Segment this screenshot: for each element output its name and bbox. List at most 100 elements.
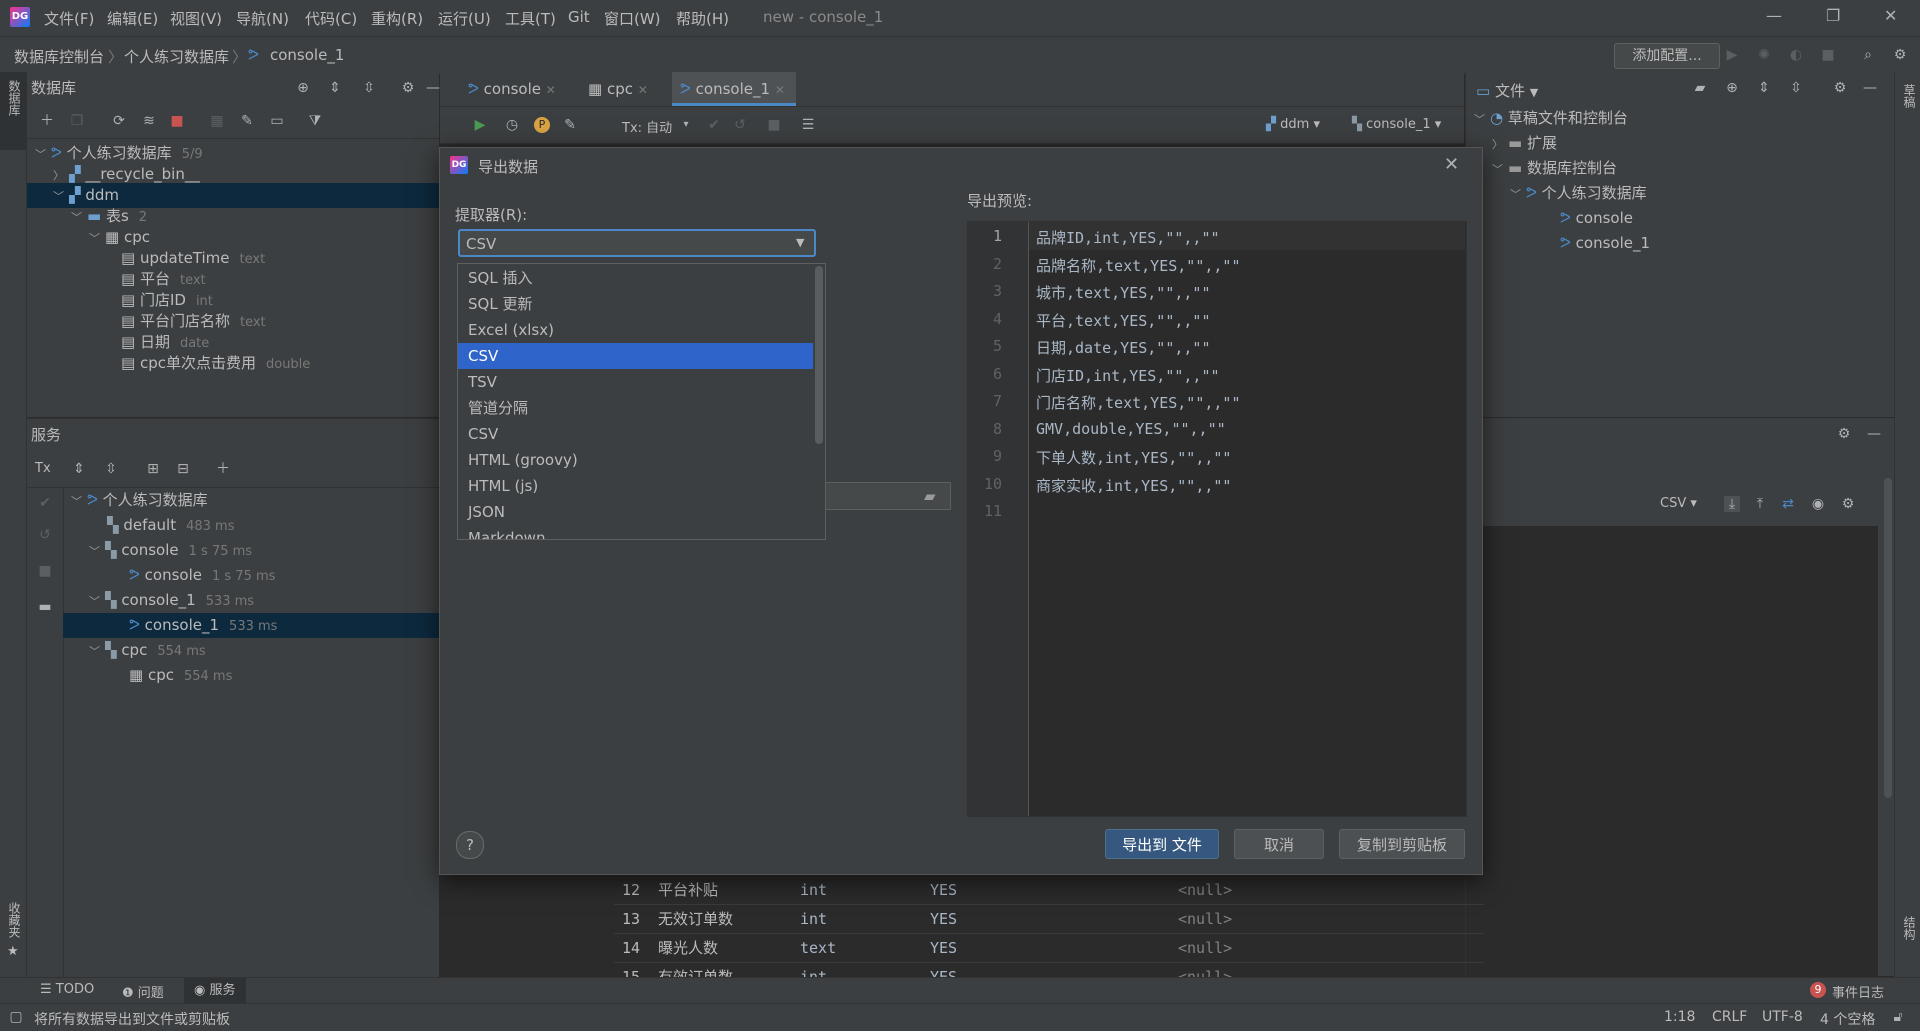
copy-icon[interactable]: ❐ — [69, 113, 85, 129]
line-separator[interactable]: CRLF — [1712, 1009, 1747, 1025]
menu-view[interactable]: 视图(V) — [170, 8, 222, 29]
menu-edit[interactable]: 编辑(E) — [107, 8, 158, 29]
tree-node[interactable]: ▚ default 483 ms — [63, 513, 483, 538]
extractor-option[interactable]: Excel (xlsx) — [458, 317, 813, 343]
execute-icon[interactable]: ▶ — [472, 117, 488, 133]
lock-icon[interactable]: 🔓︎ — [1890, 1009, 1906, 1025]
gear-icon[interactable]: ⚙ — [1840, 496, 1856, 512]
coverage-icon[interactable]: ◐ — [1788, 47, 1804, 63]
extractor-option[interactable]: SQL 插入 — [458, 265, 813, 291]
format-select[interactable]: CSV ▾ — [1660, 496, 1697, 511]
compare-icon[interactable]: ⇄ — [1780, 496, 1796, 512]
upload-icon[interactable]: ⤒ — [1752, 496, 1768, 512]
event-log-tab[interactable]: 事件日志 — [1832, 982, 1884, 1001]
tree-node[interactable]: ﹀ ᕗ 个人练习数据库 — [63, 488, 447, 513]
stop-icon[interactable]: ■ — [1820, 47, 1836, 63]
tree-node[interactable]: ﹀ ▚ console_1 533 ms — [63, 588, 465, 613]
settings-icon[interactable]: ⚙ — [1892, 47, 1908, 63]
gear-icon[interactable]: ⚙ — [1832, 80, 1848, 96]
table-row[interactable]: 12 平台补贴 int YES <null> — [614, 876, 1484, 905]
tab-cpc[interactable]: ▦ cpc ✕ — [588, 72, 664, 106]
structure-tab-label[interactable]: 结构 — [1901, 916, 1918, 940]
open-folder-icon[interactable]: ▰ — [1692, 80, 1708, 96]
extractor-option[interactable]: 管道分隔 — [458, 395, 813, 421]
tree-node[interactable]: ﹀ ᕗ 个人练习数据库 — [1510, 181, 1647, 206]
export-to-file-button[interactable]: 导出到 文件 — [1105, 829, 1219, 859]
stop-icon[interactable]: ■ — [37, 563, 53, 579]
tree-node[interactable]: ﹀ ◔ 草稿文件和控制台 — [1474, 106, 1628, 131]
database-tool-window-tab[interactable]: 数据库 — [0, 72, 26, 150]
extractor-option[interactable]: SQL 更新 — [458, 291, 813, 317]
copy-to-clipboard-button[interactable]: 复制到剪贴板 — [1339, 829, 1465, 859]
profile-icon[interactable]: P — [534, 117, 550, 133]
tab-problems[interactable]: ❶ 问题 — [122, 982, 164, 1001]
minimize-icon[interactable]: — — [1766, 6, 1782, 25]
menu-code[interactable]: 代码(C) — [305, 8, 357, 29]
hide-icon[interactable]: — — [425, 80, 441, 96]
stop-icon[interactable]: ■ — [169, 113, 185, 129]
hide-icon[interactable]: — — [1862, 80, 1878, 96]
close-tab-icon[interactable]: ✕ — [775, 83, 785, 97]
menu-window[interactable]: 窗口(W) — [604, 8, 661, 29]
extractor-option[interactable]: JSON — [458, 499, 813, 525]
menu-refactor[interactable]: 重构(R) — [371, 8, 423, 29]
commit-icon[interactable]: ✔ — [706, 117, 722, 133]
extractor-option[interactable]: TSV — [458, 369, 813, 395]
scratches-tab-label[interactable]: 草稿 — [1901, 84, 1918, 108]
session-select[interactable]: ▚ console_1 ▾ — [1352, 117, 1441, 132]
help-button[interactable]: ? — [456, 831, 484, 859]
collapse-all-icon[interactable]: ⇳ — [1788, 80, 1804, 96]
tree-node[interactable]: ᕗ console — [1560, 206, 1633, 231]
rollback-icon[interactable]: ↺ — [732, 117, 748, 133]
schema-select[interactable]: ▞ ddm ▾ — [1266, 117, 1320, 132]
commit-icon[interactable]: ✔ — [37, 495, 53, 511]
table-icon[interactable]: ▦ — [209, 113, 225, 129]
tree-node[interactable]: ᕗ console_1 — [1560, 231, 1650, 256]
console-icon[interactable]: ▭ — [269, 113, 285, 129]
locate-icon[interactable]: ⊕ — [1724, 80, 1740, 96]
breadcrumb-item[interactable]: 个人练习数据库 — [124, 46, 229, 67]
table-row[interactable]: 14 曝光人数 text YES <null> — [614, 934, 1484, 963]
gear-icon[interactable]: ⚙ — [400, 80, 416, 96]
tab-todo[interactable]: ☰ TODO — [40, 982, 94, 997]
file-encoding[interactable]: UTF-8 — [1762, 1009, 1803, 1025]
menu-file[interactable]: 文件(F) — [44, 8, 94, 29]
chevron-down-icon[interactable]: ▼ — [1530, 86, 1538, 99]
wrench-icon[interactable]: ✎ — [562, 117, 578, 133]
table-row[interactable]: 13 无效订单数 int YES <null> — [614, 905, 1484, 934]
add-icon[interactable]: ＋ — [215, 461, 231, 477]
rollback-icon[interactable]: ↺ — [37, 527, 53, 543]
debug-icon[interactable]: ✺ — [1756, 47, 1772, 63]
close-tab-icon[interactable]: ✕ — [638, 83, 648, 97]
add-configuration-button[interactable]: 添加配置... — [1614, 43, 1720, 69]
tx-label[interactable]: Tx — [35, 461, 51, 476]
tree-node[interactable]: 〉 ▬ 扩展 — [1492, 131, 1557, 156]
folder-icon[interactable]: ▰ — [924, 487, 936, 505]
tree-node[interactable]: ﹀ ▚ cpc 554 ms — [63, 638, 465, 663]
caret-position[interactable]: 1:18 — [1664, 1009, 1695, 1025]
menu-run[interactable]: 运行(U) — [438, 8, 491, 29]
favorites-tab-label[interactable]: 收藏夹 — [6, 902, 23, 938]
output-icon[interactable]: ☰ — [800, 117, 816, 133]
filter-icon[interactable]: ⧩ — [307, 113, 323, 129]
extractor-option[interactable]: HTML (groovy) — [458, 447, 813, 473]
extractor-select[interactable]: CSV ▼ — [458, 229, 816, 257]
extractor-option[interactable]: CSV — [458, 421, 813, 447]
gear-icon[interactable]: ⚙ — [1836, 426, 1852, 442]
menu-navigate[interactable]: 导航(N) — [236, 8, 289, 29]
edit-icon[interactable]: ✎ — [239, 113, 255, 129]
restore-icon[interactable]: ❐ — [1826, 6, 1840, 25]
expand-all-icon[interactable]: ⇕ — [327, 80, 343, 96]
extractor-option[interactable]: HTML (js) — [458, 473, 813, 499]
breadcrumb-item[interactable]: console_1 — [270, 46, 344, 64]
layout-icon[interactable]: ▬ — [37, 599, 53, 615]
stop-icon[interactable]: ■ — [766, 117, 782, 133]
search-icon[interactable]: ⌕ — [1860, 47, 1876, 63]
export-download-icon[interactable]: ⤓ — [1724, 496, 1740, 512]
dropdown-scrollbar[interactable] — [815, 266, 823, 444]
breadcrumb-item[interactable]: 数据库控制台 — [14, 46, 104, 67]
export-preview[interactable]: 1 2 3 4 5 6 7 8 9 10 11 品牌ID,int,YES,"",… — [967, 221, 1467, 817]
layout-icon[interactable]: ⊟ — [175, 461, 191, 477]
cancel-button[interactable]: 取消 — [1234, 829, 1324, 859]
extractor-option[interactable]: Markdown — [458, 525, 813, 539]
